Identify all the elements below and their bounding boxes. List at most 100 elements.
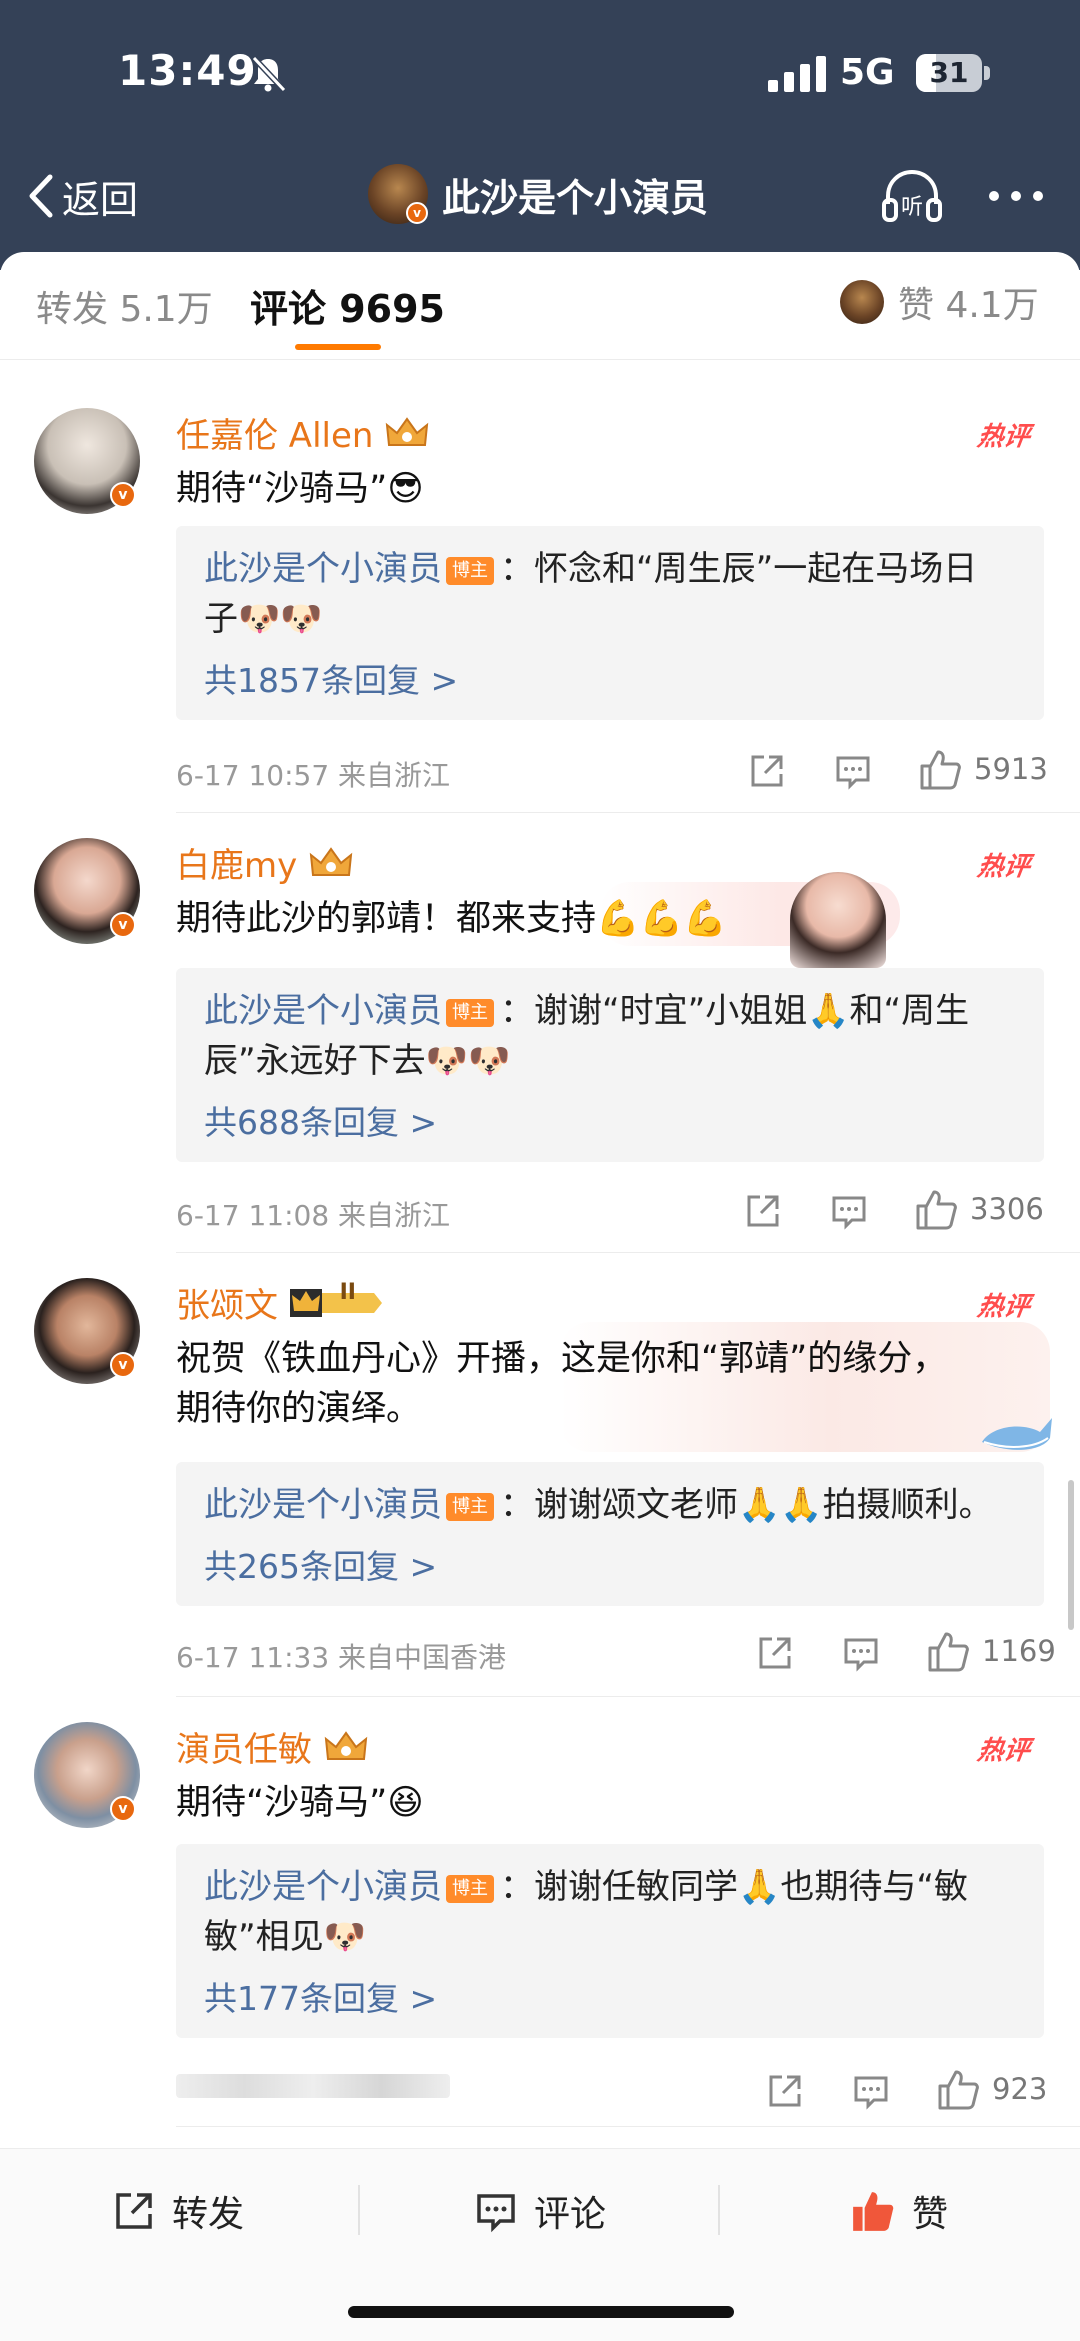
bottom-separator (358, 2185, 360, 2235)
listen-label: 听 (901, 195, 923, 220)
bottom-like-button[interactable]: 赞 (850, 2183, 948, 2239)
comment-item: v 任嘉伦 Allen 热评 期待“沙骑马”😎 此沙是个小演员 博主 ：怀念和“周生… (0, 408, 1080, 828)
active-tab-indicator (295, 344, 381, 350)
comment-actions: 5913 (748, 748, 1048, 792)
comment-text: 期待此沙的郭靖！都来支持💪💪💪 (176, 899, 727, 939)
share-icon[interactable] (748, 752, 786, 790)
share-icon[interactable] (756, 1634, 794, 1672)
author-reply-box[interactable]: 此沙是个小演员 博主 ：谢谢“时宜”小姐姐🙏和“周生 辰”永远好下去🐶🐶 共688条… (176, 968, 1044, 1162)
thumbs-up-icon[interactable] (926, 1630, 970, 1674)
comment-text-line1: 祝贺《铁血丹心》开播，这是你和“郭靖”的缘分， (176, 1339, 948, 1379)
battery-cap (984, 66, 990, 80)
crown-badge-icon (310, 846, 353, 876)
nav-profile[interactable]: v 此沙是个小演员 (368, 162, 708, 226)
author-reply-box[interactable]: 此沙是个小演员 博主 ：怀念和“周生辰”一起在马场日 子🐶🐶 共1857条回复 > (176, 526, 1044, 720)
status-time: 13:49 (118, 46, 257, 95)
reply-count-link[interactable]: 共688条回复 > (204, 1096, 1016, 1144)
reply-text-line2: 辰”永远好下去🐶🐶 (204, 1041, 511, 1081)
commenter-avatar[interactable]: v (34, 838, 140, 944)
comment-bubble-icon (477, 2194, 515, 2233)
battery-percent: 31 (929, 56, 969, 89)
tab-likes[interactable]: 赞 4.1万 (840, 274, 1039, 330)
reply-author[interactable]: 此沙是个小演员 (204, 991, 442, 1031)
network-type: 5G (840, 52, 895, 93)
reply-line: 此沙是个小演员 博主 ：谢谢任敏同学🙏也期待与“敏 (204, 1862, 1016, 1912)
reply-text-line1: ：谢谢任敏同学🙏也期待与“敏 (500, 1867, 968, 1907)
comment-icon[interactable] (842, 1634, 880, 1672)
share-icon[interactable] (766, 2072, 804, 2110)
battery-icon: 31 (916, 54, 982, 92)
commenter-avatar[interactable]: v (34, 408, 140, 514)
bottom-comment-button[interactable]: 评论 (474, 2183, 606, 2239)
reply-author[interactable]: 此沙是个小演员 (204, 549, 442, 589)
comment-divider (176, 812, 1080, 813)
thumbs-up-icon[interactable] (936, 2068, 980, 2112)
share-icon[interactable] (744, 1192, 782, 1230)
comment-meta: 6-17 11:08 来自浙江 (176, 1199, 451, 1232)
reply-author[interactable]: 此沙是个小演员 (204, 1485, 442, 1525)
liker-avatar (840, 280, 884, 324)
like-count: 5913 (974, 752, 1048, 786)
reply-count-link[interactable]: 共1857条回复 > (204, 654, 1016, 702)
comment-divider (176, 2126, 1080, 2127)
bottom-comment-label: 评论 (534, 2194, 607, 2235)
author-reply-box[interactable]: 此沙是个小演员 博主 ：谢谢颂文老师🙏🙏拍摄顺利。 共265条回复 > (176, 1462, 1044, 1606)
blogger-badge: 博主 (446, 1875, 494, 1903)
back-button[interactable]: 返回 (26, 168, 138, 224)
tab-comment[interactable]: 评论 9695 (250, 278, 445, 333)
hot-comment-badge: 热评 (975, 422, 1032, 452)
tab-repost[interactable]: 转发 5.1万 (36, 280, 213, 332)
comment-item: v 张颂文 II 热评 祝贺《铁血丹心》开播，这是你和“郭靖”的缘分， 期待你的… (0, 1278, 1080, 1678)
comment-text: 祝贺《铁血丹心》开播，这是你和“郭靖”的缘分， 期待你的演绎。 (176, 1334, 1056, 1434)
verified-badge-icon: v (110, 482, 136, 508)
verified-badge-icon: v (110, 1352, 136, 1378)
chevron-left-icon (29, 174, 53, 218)
tab-bar: 转发 5.1万 评论 9695 赞 4.1万 (0, 252, 1080, 360)
bottom-repost-button[interactable]: 转发 (112, 2183, 244, 2239)
comment-divider (176, 1696, 1080, 1697)
bottom-separator (718, 2185, 720, 2235)
commenter-avatar[interactable]: v (34, 1722, 140, 1828)
commenter-name[interactable]: 演员任敏 (176, 1722, 370, 1771)
reply-author[interactable]: 此沙是个小演员 (204, 1867, 442, 1907)
navigation-bar: 返回 v 此沙是个小演员 听 (0, 150, 1080, 250)
comment-icon[interactable] (852, 2072, 890, 2110)
commenter-name-text: 白鹿my (176, 846, 298, 886)
comment-item: v 演员任敏 热评 期待“沙骑马”😆 此沙是个小演员 博主 ：谢谢任敏同学🙏也期待与… (0, 1722, 1080, 2142)
more-options-icon[interactable] (986, 178, 1046, 214)
comment-text-line2: 期待你的演绎。 (176, 1389, 422, 1429)
status-bar: 13:49 5G 31 (0, 0, 1080, 150)
like-count: 3306 (970, 1192, 1044, 1226)
reply-text-line2: 敏”相见🐶 (204, 1917, 366, 1957)
comment-text: 期待“沙骑马”😆 (176, 1783, 424, 1823)
home-indicator (348, 2306, 734, 2318)
commenter-name-text: 张颂文 (176, 1286, 278, 1326)
verified-badge-icon: v (110, 912, 136, 938)
author-reply-box[interactable]: 此沙是个小演员 博主 ：谢谢任敏同学🙏也期待与“敏 敏”相见🐶 共177条回复 > (176, 1844, 1044, 2038)
back-label: 返回 (62, 177, 139, 222)
blogger-badge: 博主 (446, 557, 494, 585)
hot-comment-badge: 热评 (975, 852, 1032, 882)
commenter-name[interactable]: 张颂文 II (176, 1278, 384, 1327)
thumbs-up-icon[interactable] (914, 1188, 958, 1232)
commenter-name-text: 任嘉伦 Allen (176, 416, 374, 456)
comment-text: 期待“沙骑马”😎 (176, 469, 424, 509)
bottom-repost-label: 转发 (172, 2194, 245, 2235)
reply-text-line2: 子🐶🐶 (204, 599, 323, 639)
reply-line: 此沙是个小演员 博主 ：谢谢颂文老师🙏🙏拍摄顺利。 (204, 1480, 1016, 1530)
commenter-name[interactable]: 任嘉伦 Allen (176, 408, 431, 457)
crown-badge-icon (386, 416, 429, 446)
thumbs-up-filled-icon (853, 2192, 894, 2231)
comment-icon[interactable] (834, 752, 872, 790)
reply-count-link[interactable]: 共177条回复 > (204, 1972, 1016, 2020)
like-count: 1169 (982, 1634, 1056, 1668)
reply-count-link[interactable]: 共265条回复 > (204, 1540, 1016, 1588)
comment-icon[interactable] (830, 1192, 868, 1230)
scrollbar-thumb[interactable] (1068, 1480, 1074, 1630)
reply-text-line1: ：怀念和“周生辰”一起在马场日 (500, 549, 978, 589)
commenter-avatar[interactable]: v (34, 1278, 140, 1384)
commenter-name[interactable]: 白鹿my (176, 838, 355, 887)
thumbs-up-icon[interactable] (918, 748, 962, 792)
bell-muted-icon (251, 55, 287, 93)
listen-headphones-icon[interactable]: 听 (880, 164, 944, 228)
